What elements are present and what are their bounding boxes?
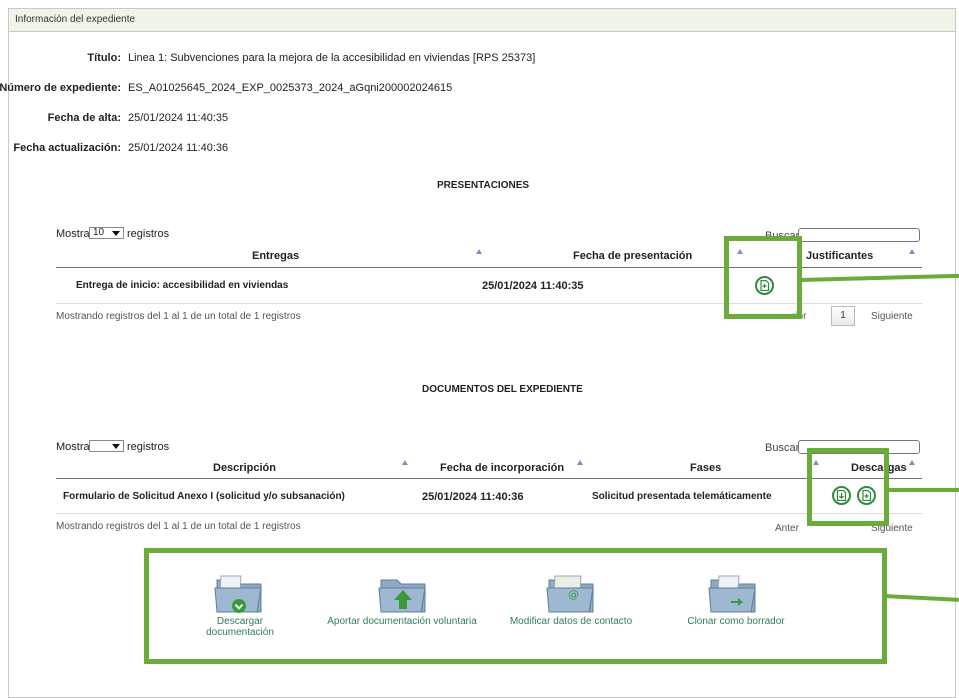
page-1-button[interactable]: 1 [831, 306, 855, 326]
highlight-pointer [887, 488, 959, 492]
fecha-presentacion-cell: 25/01/2024 11:40:35 [482, 280, 584, 292]
show-suffix: registros [127, 228, 170, 240]
descripcion-cell: Formulario de Solicitud Anexo I (solicit… [63, 491, 345, 502]
column-descripcion[interactable]: Descripción [213, 462, 276, 474]
page-size-select[interactable] [89, 440, 124, 452]
search-label: Buscar: [765, 442, 803, 454]
sort-icon[interactable] [476, 249, 482, 254]
panel-title: Información del expediente [9, 9, 955, 32]
sort-icon[interactable] [909, 460, 915, 465]
show-suffix: registros [127, 441, 170, 453]
highlight-box [807, 448, 889, 526]
sort-icon[interactable] [909, 249, 915, 254]
documentos-title: DOCUMENTOS DEL EXPEDIENTE [422, 384, 583, 395]
numero-expediente-value: ES_A01025645_2024_EXP_0025373_2024_aGqni… [128, 82, 453, 94]
column-fases[interactable]: Fases [690, 462, 721, 474]
next-button[interactable]: Siguiente [871, 311, 913, 322]
fase-cell: Solicitud presentada telemáticamente [592, 491, 772, 502]
sort-icon[interactable] [402, 460, 408, 465]
fecha-alta-value: 25/01/2024 11:40:35 [128, 112, 229, 124]
fecha-actualizacion-label: Fecha actualización: [13, 142, 121, 154]
row-divider [56, 513, 922, 514]
presentaciones-title: PRESENTACIONES [437, 180, 530, 191]
highlight-box [724, 236, 802, 319]
chevron-down-icon [112, 231, 120, 236]
column-fecha-incorporacion[interactable]: Fecha de incorporación [440, 462, 564, 474]
show-prefix: Mostrar [56, 228, 94, 240]
numero-expediente-label: Número de expediente: [0, 82, 121, 94]
titulo-label: Título: [87, 52, 121, 64]
page-size-select[interactable]: 10 [89, 227, 124, 239]
table-info: Mostrando registros del 1 al 1 de un tot… [56, 311, 301, 322]
table-header-divider [56, 478, 922, 479]
page-size-value: 10 [93, 227, 105, 238]
search-input[interactable] [798, 228, 920, 242]
table-info: Mostrando registros del 1 al 1 de un tot… [56, 521, 301, 532]
column-entregas[interactable]: Entregas [252, 250, 299, 262]
chevron-down-icon [112, 444, 120, 449]
column-justificantes[interactable]: Justificantes [806, 250, 873, 262]
fecha-incorporacion-cell: 25/01/2024 11:40:36 [422, 491, 524, 503]
fecha-alta-label: Fecha de alta: [47, 112, 121, 124]
show-prefix: Mostrar [56, 441, 94, 453]
sort-icon[interactable] [577, 460, 583, 465]
column-fecha-presentacion[interactable]: Fecha de presentación [573, 250, 692, 262]
previous-button[interactable]: Anter [775, 523, 799, 534]
entrega-cell: Entrega de inicio: accesibilidad en vivi… [76, 280, 289, 291]
highlight-box [144, 548, 887, 664]
fecha-actualizacion-value: 25/01/2024 11:40:36 [128, 142, 229, 154]
titulo-value: Linea 1: Subvenciones para la mejora de … [128, 52, 536, 64]
